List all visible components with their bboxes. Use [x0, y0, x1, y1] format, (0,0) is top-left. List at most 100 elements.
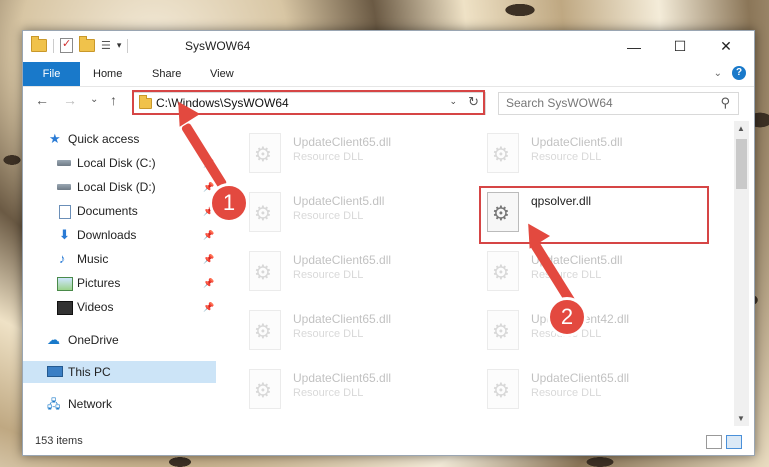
file-item[interactable]: UpdateClient65.dll Resource DLL — [243, 304, 463, 356]
minimize-button[interactable]: — — [611, 31, 657, 62]
sidebar-item-pictures[interactable]: Pictures 📌 — [23, 272, 216, 294]
file-name: UpdateClient65.dll — [293, 253, 392, 267]
file-item[interactable]: UpdateClient65.dll Resource DLL — [481, 363, 701, 415]
dll-file-icon — [249, 369, 281, 409]
step-1-badge: 1 — [209, 183, 249, 223]
drive-icon — [57, 184, 71, 190]
file-item[interactable]: UpdateClient65.dll Resource DLL — [243, 127, 463, 179]
sidebar-item-this-pc[interactable]: This PC — [23, 361, 216, 383]
sidebar-item-local-disk-c[interactable]: Local Disk (C:) 📌 — [23, 152, 216, 174]
file-explorer-window: ☰ ▾ SysWOW64 — ☐ ✕ File Home Share View … — [22, 30, 755, 456]
tab-view[interactable]: View — [210, 62, 234, 86]
file-item[interactable]: UpdateClient65.dll Resource DLL — [243, 363, 463, 415]
dll-file-icon — [249, 192, 281, 232]
expand-ribbon-icon[interactable]: ⌄ — [714, 68, 722, 79]
sidebar-item-label: OneDrive — [68, 333, 119, 347]
dll-file-icon — [249, 251, 281, 291]
sidebar-item-downloads[interactable]: ⬇ Downloads 📌 — [23, 224, 216, 246]
maximize-button[interactable]: ☐ — [657, 31, 703, 62]
scrollbar-thumb[interactable] — [736, 139, 747, 189]
step-2-badge: 2 — [547, 297, 587, 337]
vertical-scrollbar[interactable]: ▲ ▼ — [734, 121, 749, 426]
toolbar-divider — [53, 38, 54, 53]
search-icon[interactable]: ⚲ — [720, 95, 730, 111]
file-type: Resource DLL — [531, 387, 602, 399]
file-type: Resource DLL — [531, 269, 602, 281]
sidebar-item-label: Quick access — [68, 132, 140, 146]
scroll-down-icon[interactable]: ▼ — [737, 414, 745, 423]
dll-file-icon — [487, 251, 519, 291]
sidebar-item-videos[interactable]: Videos 📌 — [23, 296, 216, 318]
file-type: Resource DLL — [531, 151, 602, 163]
navigation-bar: ← → ⌄ ↑ C:\Windows\SysWOW64 ⌄ ↻ Search S… — [23, 86, 754, 118]
sidebar-item-onedrive[interactable]: ☁ OneDrive — [23, 329, 216, 351]
dll-file-icon — [249, 133, 281, 173]
details-view-icon[interactable] — [706, 435, 722, 449]
file-name: UpdateClient65.dll — [293, 135, 392, 149]
window-title: SysWOW64 — [185, 39, 251, 53]
toolbar-dropdown-icon[interactable]: ▾ — [117, 40, 122, 51]
forward-button[interactable]: → — [63, 92, 77, 108]
sidebar-item-label: Music — [77, 252, 109, 266]
file-item[interactable]: UpdateClient65.dll Resource DLL — [243, 245, 463, 297]
title-bar: ☰ ▾ SysWOW64 — ☐ ✕ — [23, 31, 754, 62]
drive-icon — [57, 160, 71, 166]
sidebar-item-label: Pictures — [77, 276, 121, 290]
pin-icon[interactable]: 📌 — [203, 248, 214, 270]
dll-file-icon — [249, 310, 281, 350]
tab-share[interactable]: Share — [152, 62, 181, 86]
dll-file-icon — [487, 369, 519, 409]
sidebar-item-label: Local Disk (D:) — [77, 180, 156, 194]
status-bar: 153 items — [23, 431, 754, 453]
new-folder-icon[interactable] — [79, 36, 95, 52]
ribbon: File Home Share View ⌄ ? — [23, 62, 754, 87]
sidebar-item-label: This PC — [68, 365, 111, 379]
sidebar-item-music[interactable]: ♪ Music 📌 — [23, 248, 216, 270]
star-icon: ★ — [49, 131, 61, 146]
quick-access-toolbar: ☰ ▾ — [31, 36, 129, 53]
file-type: Resource DLL — [293, 210, 364, 222]
file-item[interactable]: UpdateClient42.dll Resource DLL — [481, 304, 701, 356]
file-name: UpdateClient65.dll — [531, 371, 630, 385]
tab-home[interactable]: Home — [93, 62, 122, 86]
file-name: UpdateClient5.dll — [293, 194, 385, 208]
file-name: UpdateClient65.dll — [293, 371, 392, 385]
sidebar-item-label: Downloads — [77, 228, 137, 242]
pin-icon[interactable]: 📌 — [203, 224, 214, 246]
file-item[interactable]: UpdateClient5.dll Resource DLL — [481, 245, 701, 297]
close-button[interactable]: ✕ — [703, 31, 749, 62]
file-list: UpdateClient65.dll Resource DLL UpdateCl… — [239, 121, 733, 426]
recent-locations-icon[interactable]: ⌄ — [90, 94, 98, 105]
properties-icon[interactable] — [60, 37, 73, 53]
file-item[interactable]: UpdateClient5.dll Resource DLL — [481, 127, 701, 179]
scroll-up-icon[interactable]: ▲ — [737, 124, 745, 133]
videos-icon — [57, 301, 73, 315]
file-name: UpdateClient5.dll — [531, 135, 623, 149]
pin-icon[interactable]: 📌 — [203, 296, 214, 318]
cloud-icon: ☁ — [47, 332, 60, 347]
file-type: Resource DLL — [293, 151, 364, 163]
search-placeholder: Search SysWOW64 — [506, 96, 613, 110]
sidebar-item-network[interactable]: 🖧 Network — [23, 393, 216, 415]
network-icon: 🖧 — [47, 397, 61, 411]
tab-file[interactable]: File — [23, 62, 80, 86]
sidebar-item-documents[interactable]: Documents 📌 — [23, 200, 216, 222]
dll-file-icon — [487, 310, 519, 350]
search-input[interactable]: Search SysWOW64 ⚲ — [498, 92, 739, 115]
file-item[interactable]: UpdateClient5.dll Resource DLL — [243, 186, 463, 238]
toolbar-divider — [127, 38, 129, 53]
documents-icon — [59, 205, 71, 219]
file-highlight-box — [479, 186, 709, 244]
computer-icon — [47, 366, 63, 377]
file-type: Resource DLL — [293, 269, 364, 281]
help-icon[interactable]: ? — [732, 66, 746, 80]
large-icons-view-icon[interactable] — [726, 435, 742, 449]
up-button[interactable]: ↑ — [110, 92, 117, 108]
sidebar-item-label: Documents — [77, 204, 138, 218]
sidebar-item-local-disk-d[interactable]: Local Disk (D:) 📌 — [23, 176, 216, 198]
pin-icon[interactable]: 📌 — [203, 272, 214, 294]
navigation-pane: ★ Quick access Local Disk (C:) 📌 Local D… — [23, 121, 216, 423]
customize-toolbar-icon[interactable]: ☰ — [101, 39, 111, 52]
back-button[interactable]: ← — [35, 92, 49, 108]
file-name: UpdateClient65.dll — [293, 312, 392, 326]
